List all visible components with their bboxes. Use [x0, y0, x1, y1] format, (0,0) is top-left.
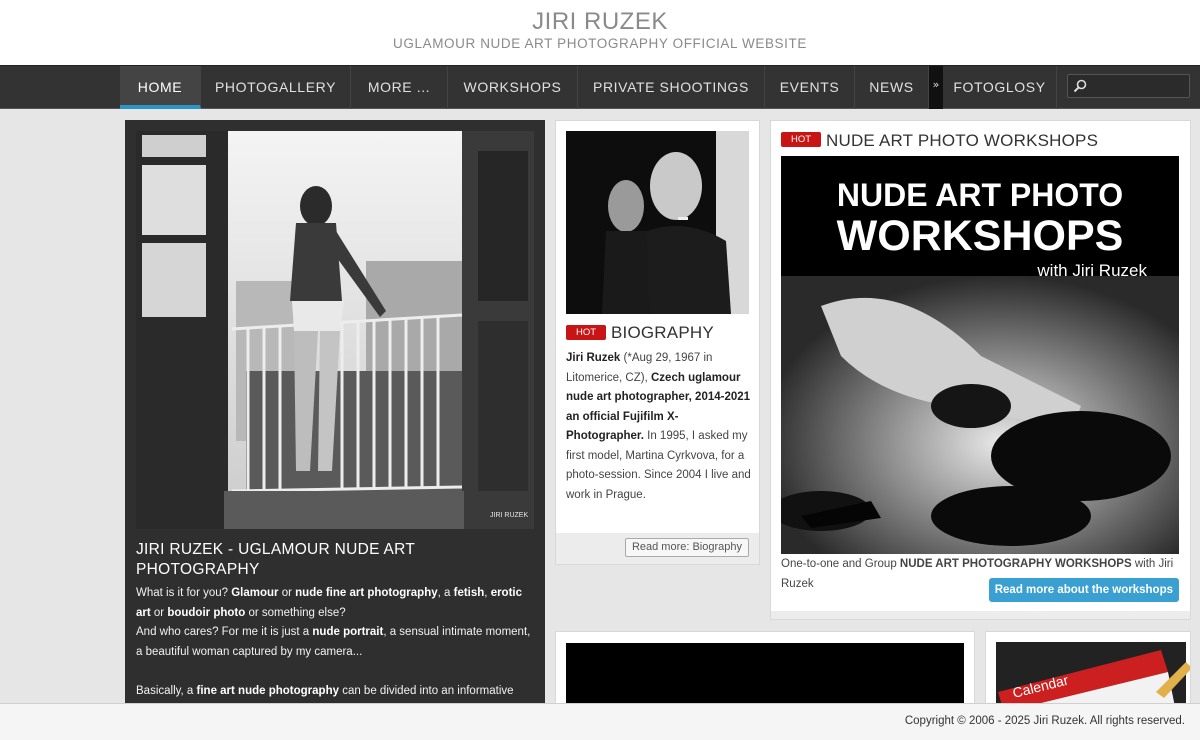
- banner-line-2: WORKSHOPS: [837, 212, 1124, 260]
- site-title[interactable]: JIRI RUZEK: [0, 8, 1200, 36]
- copyright-text: Copyright © 2006 - 2025 Jiri Ruzek. All …: [904, 715, 1185, 727]
- feature-intro-text: What is it for you? Glamour or nude fine…: [136, 587, 531, 697]
- workshops-title[interactable]: NUDE ART PHOTO WORKSHOPS: [826, 131, 1098, 151]
- banner-line-1: NUDE ART PHOTO: [837, 177, 1123, 213]
- nav-home[interactable]: HOME: [120, 66, 201, 109]
- feature-card: JIRI RUZEK JIRI RUZEK - UGLAMOUR NUDE AR…: [125, 120, 545, 710]
- read-more-biography-button[interactable]: Read more: Biography: [624, 538, 749, 557]
- biography-footer: Read more: Biography: [556, 533, 759, 564]
- workshops-card: HOT NUDE ART PHOTO WORKSHOPS NUDE ART PH…: [770, 120, 1191, 620]
- search-icon: [1073, 79, 1087, 93]
- banner-line-3: with Jiri Ruzek: [1036, 261, 1147, 280]
- calendar-card[interactable]: Calendar: [985, 631, 1191, 711]
- nav-more[interactable]: MORE ...: [351, 66, 448, 109]
- nav-photogallery[interactable]: PHOTOGALLERY: [201, 66, 351, 109]
- feature-photo[interactable]: JIRI RUZEK: [136, 131, 534, 529]
- biography-photo[interactable]: [566, 131, 749, 314]
- photo-watermark: JIRI RUZEK: [490, 512, 528, 519]
- nav-news[interactable]: NEWS: [855, 66, 929, 109]
- site-footer: Copyright © 2006 - 2025 Jiri Ruzek. All …: [0, 703, 1200, 740]
- feature-title: JIRI RUZEK - UGLAMOUR NUDE ART PHOTOGRAP…: [136, 541, 415, 578]
- workshops-footer: [771, 611, 1190, 619]
- workshops-banner[interactable]: NUDE ART PHOTO WORKSHOPS with Jiri Ruzek: [781, 156, 1179, 554]
- read-more-workshops-button[interactable]: Read more about the workshops: [988, 578, 1179, 602]
- main-navigation: HOME PHOTOGALLERY MORE ... WORKSHOPS PRI…: [0, 65, 1200, 109]
- biography-title[interactable]: BIOGRAPHY: [611, 323, 714, 343]
- nav-private-shootings[interactable]: PRIVATE SHOOTINGS: [578, 66, 765, 109]
- video-card: [555, 631, 975, 713]
- biography-text: Jiri Ruzek (*Aug 29, 1967 in Litomerice,…: [566, 352, 751, 501]
- nav-fotoglosy[interactable]: FOTOGLOSY: [943, 66, 1057, 109]
- hot-badge: HOT: [781, 132, 821, 147]
- site-header: JIRI RUZEK UGLAMOUR NUDE ART PHOTOGRAPHY…: [0, 0, 1200, 65]
- nav-workshops[interactable]: WORKSHOPS: [448, 66, 578, 109]
- nav-separator-icon: »: [929, 66, 943, 109]
- nav-events[interactable]: EVENTS: [765, 66, 855, 109]
- hot-badge: HOT: [566, 325, 606, 340]
- site-subtitle: UGLAMOUR NUDE ART PHOTOGRAPHY OFFICIAL W…: [393, 36, 807, 51]
- biography-card: HOT BIOGRAPHY Jiri Ruzek (*Aug 29, 1967 …: [555, 120, 760, 565]
